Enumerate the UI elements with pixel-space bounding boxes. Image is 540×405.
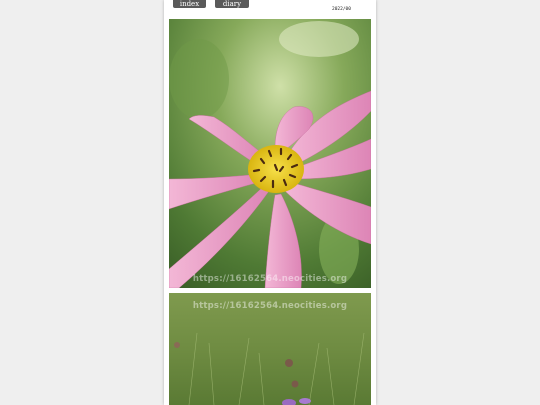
photo-watermark: https://16162564.neocities.org [192,274,348,284]
cosmos-flower-photo: https://16162564.neocities.org [169,19,371,288]
diary-index-link[interactable]: diary index [215,0,249,16]
diary-page: index diary index 2022/00 https://161625… [164,0,376,405]
entry-date: 2022/00 [332,7,351,12]
meadow-photo: https://16162564.neocities.org [169,293,371,405]
photo-watermark: https://16162564.neocities.org [192,301,348,311]
index-link[interactable]: index [173,0,206,8]
